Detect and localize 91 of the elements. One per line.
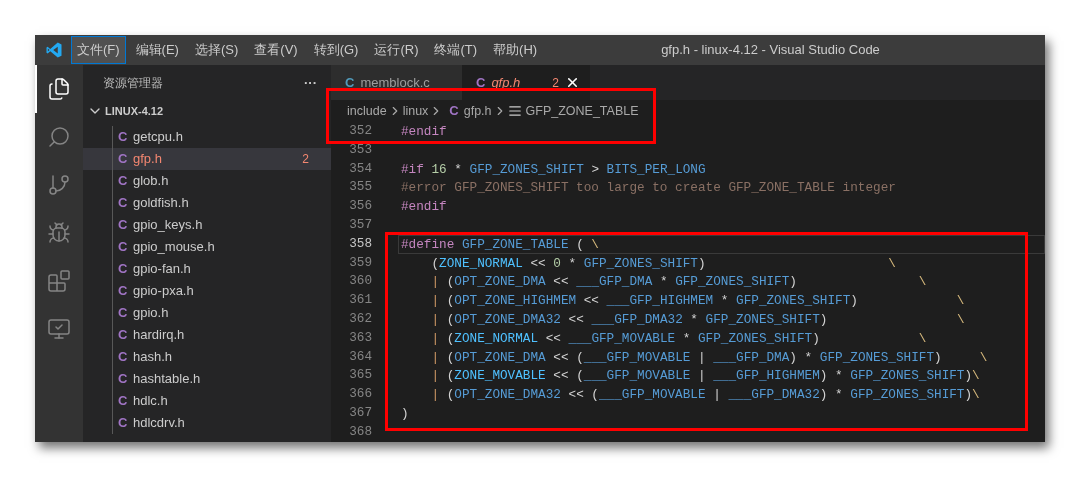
c-file-icon: C <box>118 369 128 389</box>
c-file-icon: C <box>118 325 128 345</box>
breadcrumb-item[interactable]: include <box>347 101 387 121</box>
c-file-icon: C <box>118 149 128 169</box>
sidebar-title: 资源管理器 <box>103 74 163 92</box>
line-number: 361 <box>348 291 372 310</box>
file-item[interactable]: C hashtable.h <box>83 368 331 390</box>
c-file-icon: C <box>118 193 128 213</box>
code-line: #endif <box>401 199 447 215</box>
more-actions-button[interactable]: ··· <box>304 72 317 93</box>
file-item[interactable]: C hash.h <box>83 346 331 368</box>
line-number: 355 <box>348 178 372 197</box>
line-number: 354 <box>348 159 372 178</box>
code-line: | (OPT_ZONE_DMA << ___GFP_DMA * GFP_ZONES_SHIFT) \ <box>430 274 927 290</box>
code-line: #define GFP_ZONE_TABLE ( \ <box>401 236 599 252</box>
c-file-icon: C <box>118 259 128 279</box>
line-number: 352 <box>348 122 372 140</box>
file-item[interactable]: C gpio_keys.h <box>83 214 331 236</box>
code-line: ) <box>401 405 409 421</box>
code-line: | (OPT_ZONE_DMA32 << ___GFP_DMA32 * GFP_ZONES_SHIFT) \ <box>430 311 965 327</box>
code-line: | (OPT_ZONE_DMA32 << (___GFP_MOVABLE | ___GFP_DMA32) * GFP_ZONES_SHIFT)\ <box>430 387 980 403</box>
line-number: 366 <box>348 385 372 404</box>
line-number: 357 <box>348 216 372 234</box>
symbol-icon <box>507 104 522 118</box>
line-number: 359 <box>348 253 372 272</box>
c-file-icon: C <box>345 72 355 93</box>
menu-item[interactable]: 运行(R) <box>368 36 425 64</box>
branch-icon[interactable] <box>47 173 71 197</box>
code-line: (ZONE_NORMAL << 0 * GFP_ZONES_SHIFT) \ <box>430 255 896 271</box>
line-number: 356 <box>348 197 372 216</box>
folder-label[interactable]: LINUX-4.12 <box>105 102 164 120</box>
code-line: | (OPT_ZONE_HIGHMEM << ___GFP_HIGHMEM * GFP_ZONES_SHIFT) \ <box>430 293 965 309</box>
line-number: 360 <box>348 272 372 291</box>
line-number: 362 <box>348 309 372 328</box>
line-number: 368 <box>348 422 372 441</box>
c-file-icon: C <box>118 303 128 323</box>
window-title: gfp.h - linux-4.12 - Visual Studio Code <box>661 41 880 60</box>
close-icon[interactable] <box>565 75 580 90</box>
line-number: 365 <box>348 366 372 385</box>
file-item[interactable]: C gpio_mouse.h <box>83 236 331 258</box>
problem-count: 2 <box>302 151 309 168</box>
code-line: #if 16 * GFP_ZONES_SHIFT > BITS_PER_LONG <box>401 161 706 177</box>
problem-count: 2 <box>552 74 559 92</box>
code-line: | (ZONE_NORMAL << ___GFP_MOVABLE * GFP_ZONES_SHIFT) \ <box>430 330 927 346</box>
file-item[interactable]: C goldfish.h <box>83 192 331 214</box>
file-item[interactable]: C gpio-fan.h <box>83 258 331 280</box>
file-item[interactable]: C gpio-pxa.h <box>83 280 331 302</box>
menu-item[interactable]: 编辑(E) <box>129 36 185 64</box>
menu-item[interactable]: 查看(V) <box>248 36 304 64</box>
file-item[interactable]: C gpio.h <box>83 302 331 324</box>
search-icon[interactable] <box>47 125 71 149</box>
menu-item[interactable]: 转到(G) <box>307 36 365 64</box>
c-file-icon: C <box>118 347 128 367</box>
c-file-icon: C <box>118 127 128 147</box>
code-line: | (OPT_ZONE_DMA << (___GFP_MOVABLE | ___GFP_DMA) * GFP_ZONES_SHIFT) \ <box>430 349 988 365</box>
c-file-icon: C <box>118 281 128 301</box>
c-file-icon: C <box>476 72 486 93</box>
bug-icon[interactable] <box>47 221 71 245</box>
extensions-icon[interactable] <box>47 269 71 293</box>
line-number: 364 <box>348 347 372 366</box>
c-file-icon: C <box>118 237 128 257</box>
line-number: 353 <box>348 140 372 159</box>
code-line: #error GFP_ZONES_SHIFT too large to create GFP_ZONE_TABLE integer <box>401 180 896 196</box>
c-file-icon: C <box>118 391 128 411</box>
file-item[interactable]: C hardirq.h <box>83 324 331 346</box>
c-file-icon: C <box>118 171 128 191</box>
files-icon[interactable] <box>47 77 71 101</box>
breadcrumb-item[interactable]: linux <box>402 101 429 121</box>
c-file-icon: C <box>118 413 128 433</box>
breadcrumb-item[interactable]: gfp.h <box>463 101 492 121</box>
c-file-icon: C <box>118 215 128 235</box>
line-number: 367 <box>348 403 372 422</box>
file-item[interactable]: C hdlc.h <box>83 390 331 412</box>
menu-item[interactable]: 终端(T) <box>428 36 484 64</box>
menu-item[interactable]: 帮助(H) <box>487 36 544 64</box>
menu-item[interactable]: 选择(S) <box>188 36 245 64</box>
line-number: 358 <box>348 234 372 253</box>
file-item[interactable]: C gfp.h 2 <box>83 148 331 170</box>
breadcrumb-item[interactable]: GFP_ZONE_TABLE <box>525 101 639 121</box>
editor-tab[interactable]: C memblock.c <box>331 65 462 100</box>
file-item[interactable]: C glob.h <box>83 170 331 192</box>
c-file-icon: C <box>449 101 459 121</box>
file-item[interactable]: C getcpu.h <box>83 126 331 148</box>
code-line: #endif <box>401 124 447 139</box>
code-line: | (ZONE_MOVABLE << (___GFP_MOVABLE | ___GFP_HIGHMEM) * GFP_ZONES_SHIFT)\ <box>430 368 980 384</box>
monitor-icon[interactable] <box>47 317 71 341</box>
active-indicator <box>35 65 37 113</box>
line-number: 363 <box>348 328 372 347</box>
menu-item[interactable]: 文件(F) <box>71 36 126 64</box>
app-logo-icon <box>45 41 63 59</box>
file-item[interactable]: C hdlcdrv.h <box>83 412 331 434</box>
